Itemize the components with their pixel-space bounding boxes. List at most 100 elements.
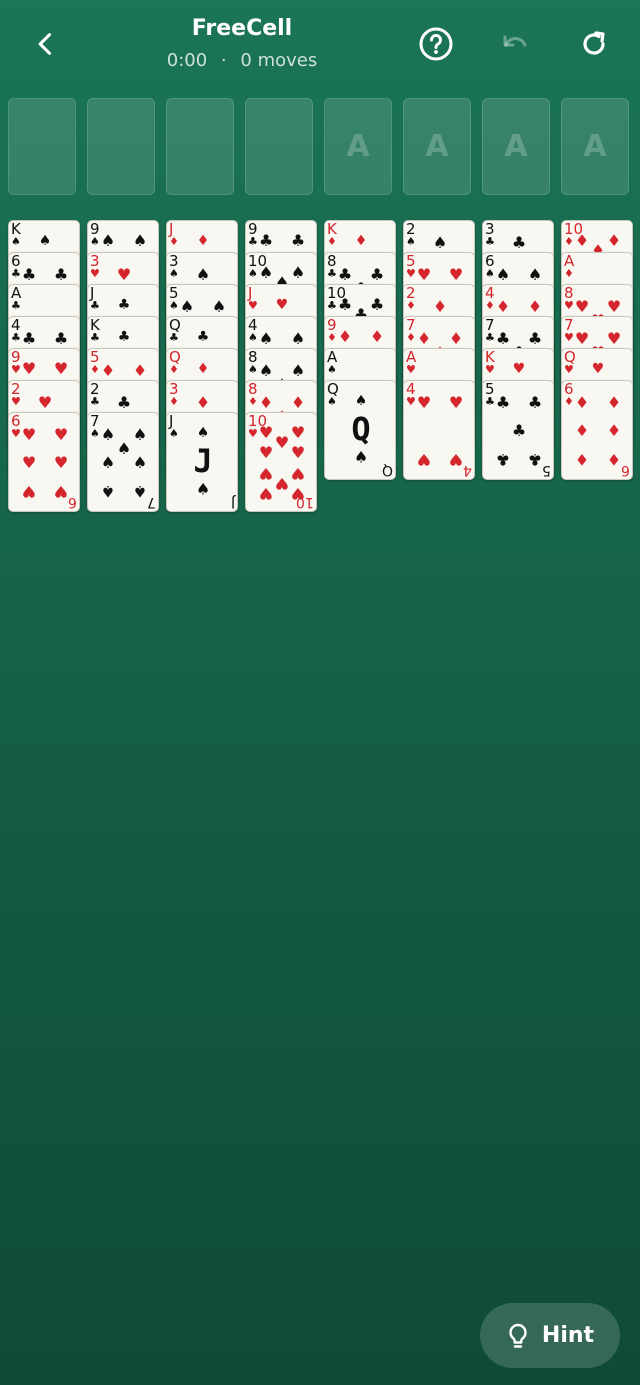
heart-icon: ♥: [406, 267, 416, 280]
help-button[interactable]: [412, 20, 460, 68]
diamond-icon: ♦: [169, 363, 179, 376]
playing-card[interactable]: J ♠ ♠ J ♠ J: [166, 412, 238, 512]
free-cell[interactable]: [245, 98, 313, 195]
club-icon: ♣: [169, 331, 179, 344]
club-pip-icon: ♣: [337, 295, 353, 314]
spade-icon: ♠: [90, 427, 100, 440]
heart-icon: ♥: [406, 363, 416, 376]
spade-icon: ♠: [248, 267, 258, 280]
tableau-column[interactable]: 3♣♣♣♣36♠♠♠♠♠♠♠64♦♦♦♦♦47♣♣♣♣♣♣♣♣7K♥♥K♥K5♣…: [482, 220, 554, 480]
foundation-placeholder: A: [583, 129, 607, 164]
tableau-column[interactable]: 2♠♠♠25♥♥♥♥♥♥52♦♦♦27♦♦♦♦♦♦♦♦7A♥♥A4♥♥♥♥♥4: [403, 220, 475, 480]
club-icon: ♣: [117, 329, 131, 345]
tableau-column[interactable]: K♠♠K♠K6♣♣♣♣♣♣♣6A♣♣A4♣♣♣♣♣49♥♥♥♥♥♥♥♥♥♥92♥…: [8, 220, 80, 512]
club-pip-icon: ♣: [527, 329, 543, 348]
diamond-icon: ♦: [248, 395, 258, 408]
foundation-pile[interactable]: A: [561, 98, 629, 195]
spade-pip-icon: ♠: [132, 231, 148, 250]
heart-pip-icon: ♥: [21, 359, 37, 378]
playing-card[interactable]: 7 ♠ ♠ ♠ ♠ ♠ ♠ ♠ ♠ 7: [87, 412, 159, 512]
playing-card[interactable]: 4 ♥ ♥ ♥ ♥ ♥ 4: [403, 380, 475, 480]
heart-pip-icon: ♥: [274, 474, 290, 493]
club-pip-icon: ♣: [53, 329, 69, 348]
free-cell[interactable]: [166, 98, 234, 195]
spade-icon: ♠: [248, 331, 258, 344]
spade-pip-icon: ♠: [211, 297, 227, 316]
playing-card[interactable]: 10 ♥ ♥ ♥ ♥ ♥ ♥ ♥ ♥ ♥ ♥ ♥ 10: [245, 412, 317, 512]
card-rank-bottom: 6: [621, 462, 630, 478]
diamond-pip-icon: ♦: [606, 231, 622, 250]
foundation-pile[interactable]: A: [324, 98, 392, 195]
foundation-pile[interactable]: A: [403, 98, 471, 195]
heart-pip-icon: ♥: [258, 423, 274, 442]
heart-pip-icon: ♥: [606, 329, 622, 348]
diamond-icon: ♦: [196, 233, 210, 249]
diamond-icon: ♦: [327, 331, 337, 344]
club-icon: ♣: [196, 329, 210, 345]
spade-pip-icon: ♠: [432, 233, 448, 252]
diamond-icon: ♦: [354, 233, 368, 249]
card-rank-bottom: 5: [542, 462, 551, 478]
diamond-pip-icon: ♦: [448, 329, 464, 348]
heart-icon: ♥: [275, 297, 289, 313]
spade-pip-icon: ♠: [258, 329, 274, 348]
diamond-icon: ♦: [169, 395, 179, 408]
undo-icon: [503, 35, 527, 47]
heart-pip-icon: ♥: [21, 453, 37, 472]
lightbulb-icon: [509, 1323, 527, 1348]
diamond-pip-icon: ♦: [100, 361, 116, 380]
diamond-icon: ♦: [169, 235, 179, 248]
club-icon: ♣: [117, 297, 131, 313]
tableau-column[interactable]: 10♦♦♦♦♦♦♦♦♦♦♦10A♦♦A8♥♥♥♥♥♥♥♥♥87♥♥♥♥♥♥♥♥7…: [561, 220, 633, 480]
playing-card[interactable]: 6 ♥ ♥ ♥ ♥ ♥ ♥ ♥ 6: [8, 412, 80, 512]
playing-card[interactable]: 6 ♦ ♦ ♦ ♦ ♦ ♦ ♦ 6: [561, 380, 633, 480]
club-icon: ♣: [485, 331, 495, 344]
card-rank-bottom: 4: [463, 462, 472, 478]
diamond-pip-icon: ♦: [574, 231, 590, 250]
heart-pip-icon: ♥: [21, 482, 37, 501]
hint-button[interactable]: Hint: [480, 1303, 620, 1368]
free-cell[interactable]: [8, 98, 76, 195]
tableau-column[interactable]: 9♠♠♠♠♠♠♠♠♠♠93♥♥♥♥3J♣♣J♣JK♣♣K♣K5♦♦♦♦♦♦52♣…: [87, 220, 159, 512]
diamond-pip-icon: ♦: [258, 393, 274, 412]
tableau-column[interactable]: J♦♦J♦J3♠♠♠♠35♠♠♠♠♠♠5Q♣♣Q♣QQ♦♦Q♦Q3♦♦♦♦3J♠…: [166, 220, 238, 512]
spade-pip-icon: ♠: [132, 482, 148, 501]
heart-icon: ♥: [248, 299, 258, 312]
club-pip-icon: ♣: [495, 450, 511, 469]
club-pip-icon: ♣: [511, 233, 527, 252]
foundation-pile[interactable]: A: [482, 98, 550, 195]
spade-pip-icon: ♠: [100, 231, 116, 250]
restart-button[interactable]: [570, 20, 618, 68]
playing-card[interactable]: Q ♠ ♠ Q ♠ Q: [324, 380, 396, 480]
spade-icon: ♠: [169, 267, 179, 280]
spade-pip-icon: ♠: [290, 361, 306, 380]
heart-icon: ♥: [591, 361, 605, 377]
diamond-icon: ♦: [564, 395, 574, 408]
restart-icon: [583, 31, 605, 55]
card-rank-bottom: Q: [381, 462, 393, 478]
timer: 0:00: [166, 50, 208, 71]
spade-icon: ♠: [327, 395, 337, 408]
heart-pip-icon: ♥: [606, 297, 622, 316]
heart-icon: ♥: [485, 363, 495, 376]
heart-pip-icon: ♥: [274, 433, 290, 452]
diamond-pip-icon: ♦: [606, 393, 622, 412]
club-pip-icon: ♣: [21, 329, 37, 348]
spade-pip-icon: ♠: [195, 265, 211, 284]
club-pip-icon: ♣: [116, 393, 132, 412]
hint-label: Hint: [541, 1323, 595, 1348]
diamond-icon: ♦: [485, 299, 495, 312]
foundation-placeholder: A: [504, 129, 528, 164]
tableau-column[interactable]: K♦♦K♦K8♣♣♣♣♣♣♣♣♣810♣♣♣♣♣♣♣♣♣♣♣109♦♦♦♦♦♦♦…: [324, 220, 396, 480]
diamond-pip-icon: ♦: [416, 329, 432, 348]
club-icon: ♣: [327, 299, 337, 312]
heart-pip-icon: ♥: [21, 425, 37, 444]
spade-pip-icon: ♠: [527, 265, 543, 284]
playing-card[interactable]: 5 ♣ ♣ ♣ ♣ ♣ ♣ 5: [482, 380, 554, 480]
club-icon: ♣: [90, 299, 100, 312]
free-cell[interactable]: [87, 98, 155, 195]
club-pip-icon: ♣: [290, 231, 306, 250]
tableau-column[interactable]: 9♣♣♣♣♣♣♣♣♣♣910♠♠♠♠♠♠♠♠♠♠♠10J♥♥J♥J4♠♠♠♠♠4…: [245, 220, 317, 512]
spade-pip-icon: ♠: [258, 263, 274, 282]
undo-button[interactable]: [491, 20, 539, 68]
